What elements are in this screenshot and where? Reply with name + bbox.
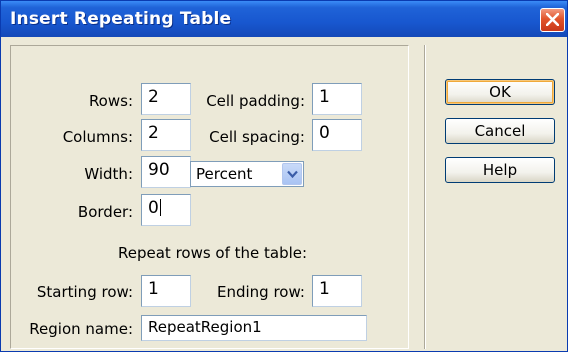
border-label: Border: [77,203,133,221]
starting-row-input[interactable]: 1 [141,275,191,307]
width-unit-select[interactable]: Percent [190,161,304,187]
rows-label: Rows: [88,92,133,110]
help-button[interactable]: Help [445,157,555,183]
vertical-separator [424,45,426,349]
width-unit-dropdown-button[interactable] [282,163,302,185]
repeat-rows-heading: Repeat rows of the table: [118,244,308,262]
insert-repeating-table-dialog: Insert Repeating Table Rows: 2 Cell padd… [0,0,568,352]
columns-label: Columns: [62,128,133,146]
ok-button[interactable]: OK [445,79,555,105]
cell-spacing-label: Cell spacing: [209,128,305,146]
text-caret [159,199,161,216]
border-input[interactable]: 0 [141,194,191,226]
rows-input[interactable]: 2 [141,83,191,115]
chevron-down-icon [287,170,298,179]
title-bar[interactable]: Insert Repeating Table [1,1,567,37]
ending-row-input[interactable]: 1 [312,275,362,307]
region-name-input[interactable]: RepeatRegion1 [141,315,367,341]
close-icon [546,13,559,26]
width-input[interactable]: 90 [141,156,191,188]
cancel-button[interactable]: Cancel [445,118,555,144]
window-title: Insert Repeating Table [10,9,232,29]
close-button[interactable] [540,8,565,32]
starting-row-label: Starting row: [36,283,133,301]
cell-padding-input[interactable]: 1 [312,83,362,115]
width-label: Width: [84,165,133,183]
cell-spacing-input[interactable]: 0 [312,119,362,151]
cell-padding-label: Cell padding: [206,92,305,110]
columns-input[interactable]: 2 [141,119,191,151]
border-value: 0 [148,198,159,218]
width-unit-value: Percent [196,165,253,183]
region-name-label: Region name: [29,320,133,338]
ending-row-label: Ending row: [217,283,305,301]
